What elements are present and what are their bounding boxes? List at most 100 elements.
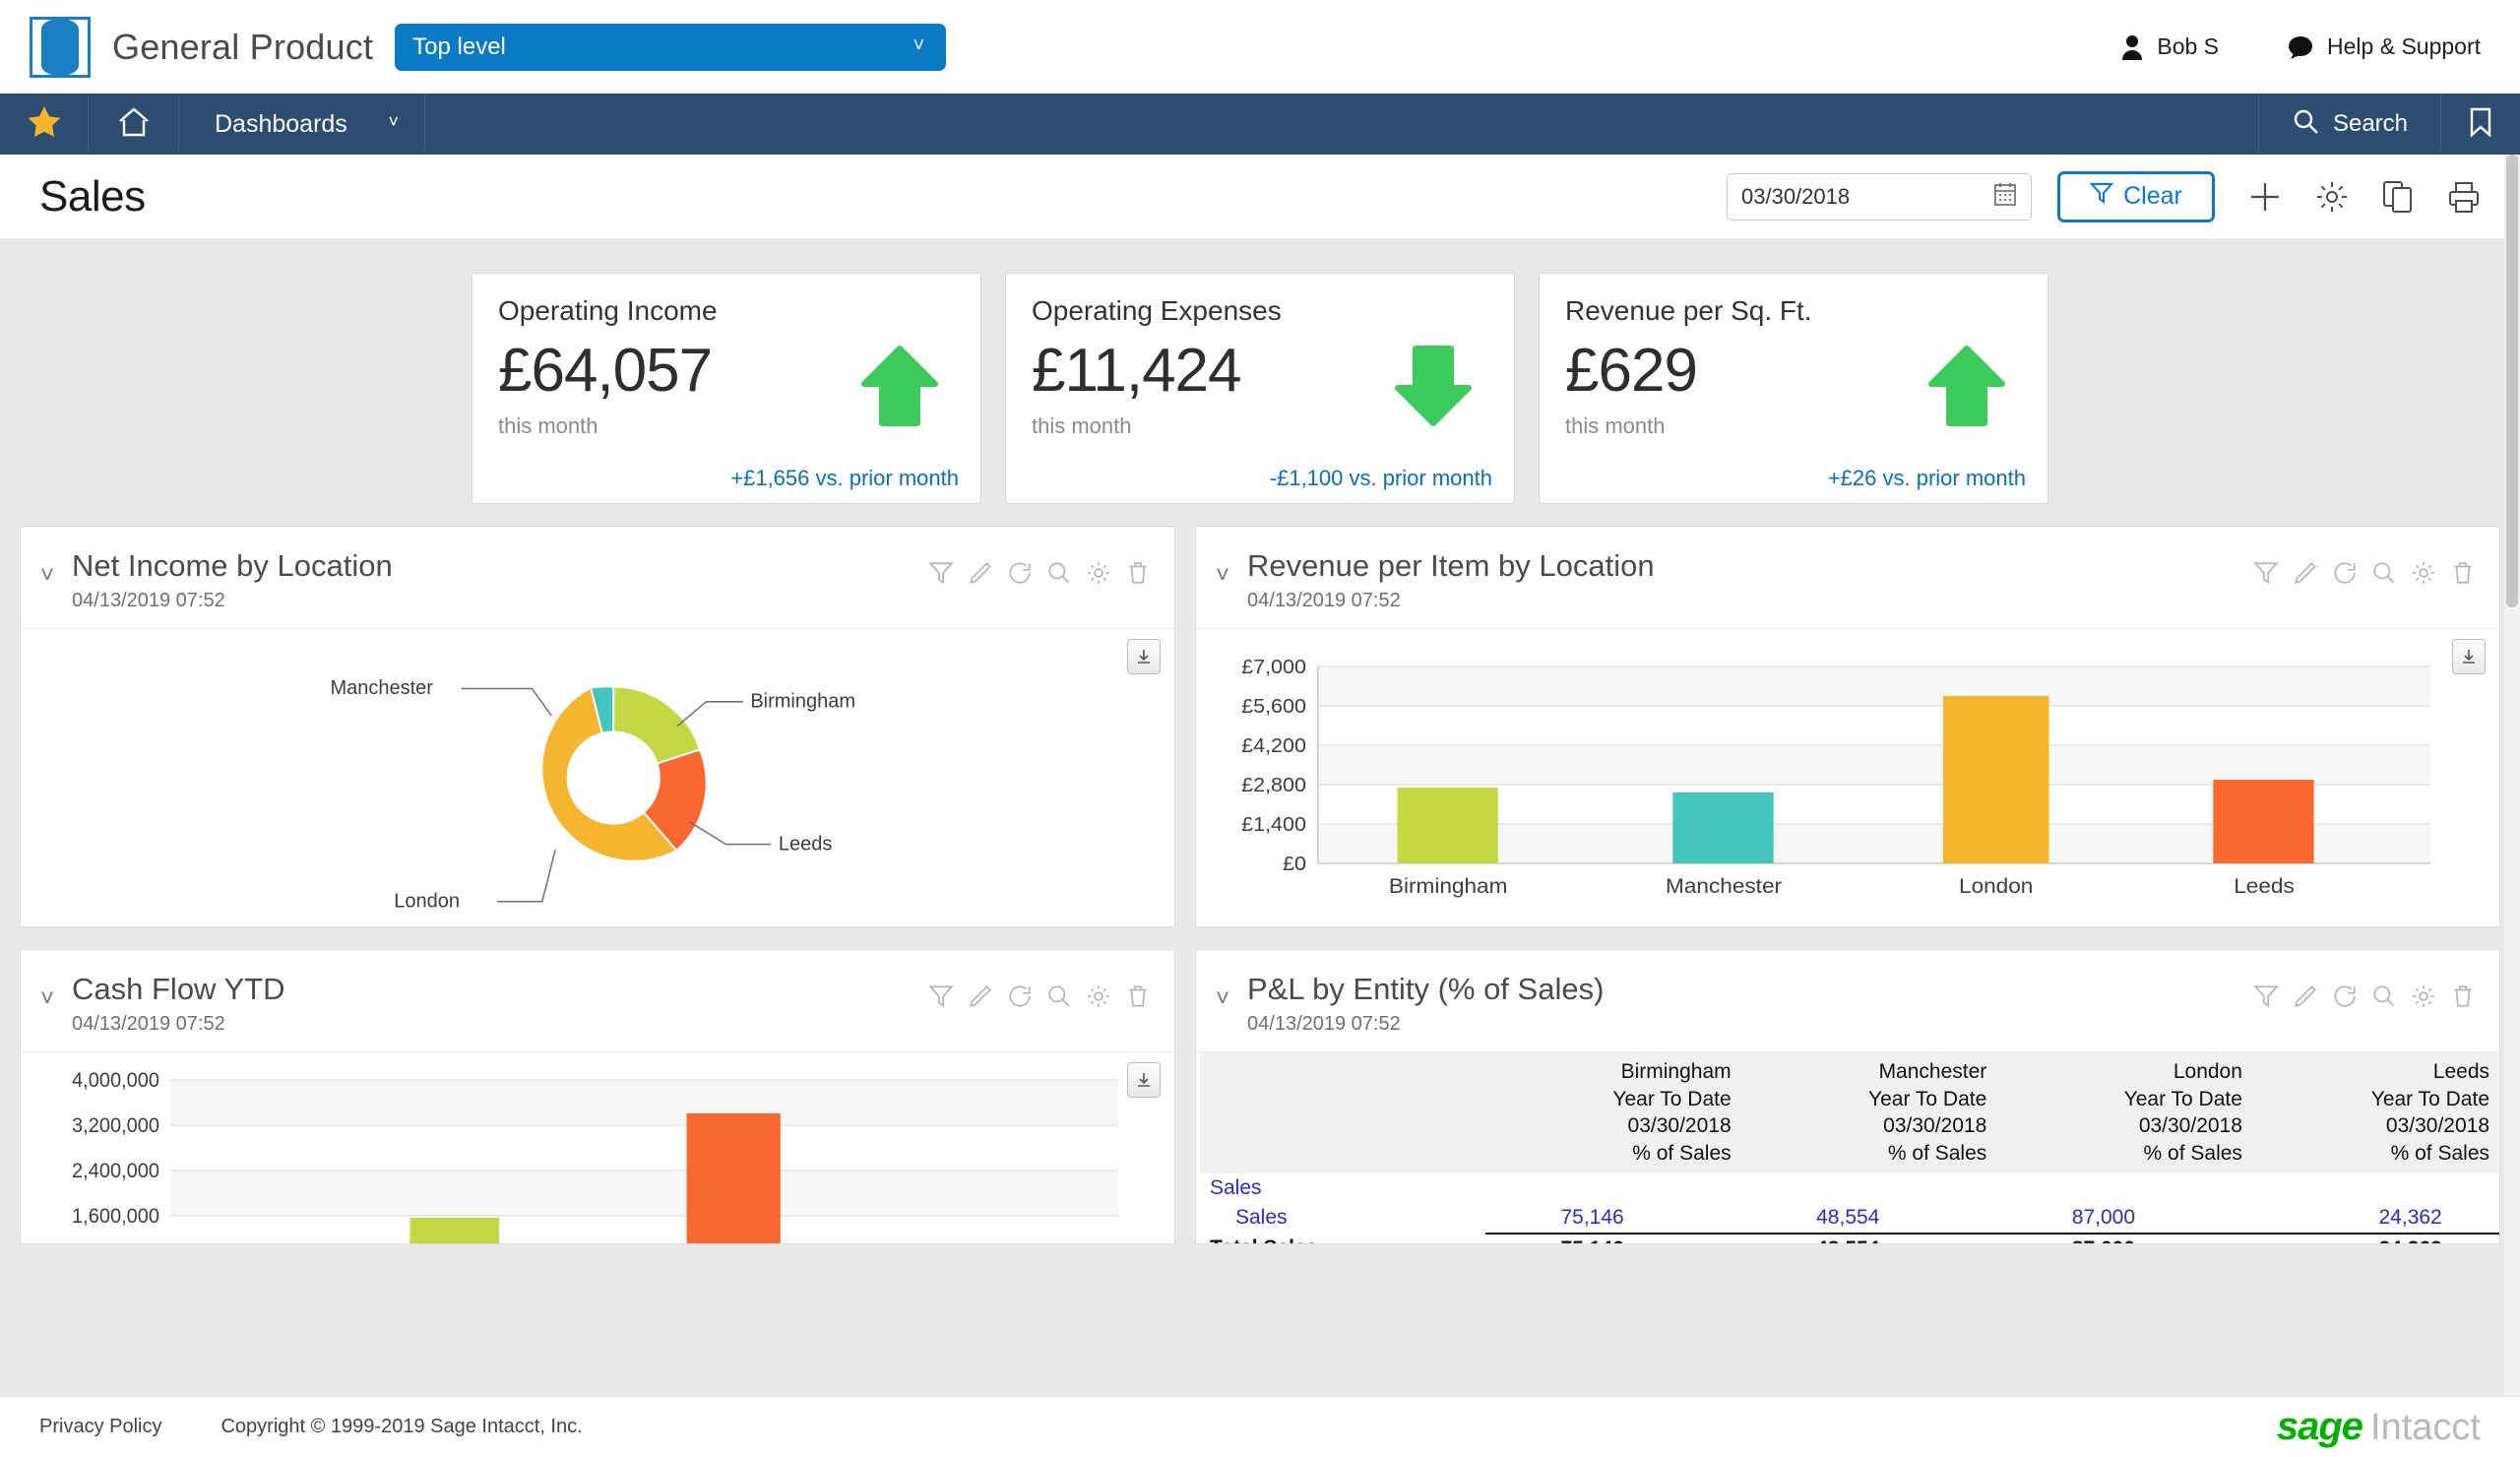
- panel-settings-icon[interactable]: [1086, 560, 1111, 591]
- table-row[interactable]: Sales: [1200, 1173, 2499, 1203]
- bar-label-birmingham: Birmingham: [1389, 874, 1507, 898]
- chevron-down-icon[interactable]: ˅: [40, 562, 54, 590]
- chevron-down-icon[interactable]: ˅: [1216, 985, 1229, 1013]
- chevron-down-icon[interactable]: ˅: [1216, 562, 1229, 590]
- net-income-donut-chart[interactable]: Birmingham Leeds London Manchester: [21, 629, 1174, 926]
- svg-text:£2,800: £2,800: [1241, 775, 1306, 796]
- scrollbar-thumb[interactable]: [2506, 155, 2518, 607]
- panel-filter-icon[interactable]: [928, 560, 954, 591]
- privacy-policy-link[interactable]: Privacy Policy: [39, 1416, 161, 1438]
- panel-zoom-icon[interactable]: [1046, 983, 1072, 1014]
- nav-search-button[interactable]: Search: [2259, 94, 2441, 155]
- intacct-wordmark: Intacct: [2370, 1407, 2481, 1448]
- kpi-title: Operating Expenses: [1032, 295, 1282, 326]
- filter-icon: [2089, 181, 2114, 212]
- pl-header-london: London Year To Date 03/30/2018 % of Sale…: [1996, 1052, 2252, 1173]
- download-icon[interactable]: [1127, 1062, 1161, 1098]
- panel-zoom-icon[interactable]: [1046, 560, 1072, 591]
- diamond-logo-icon[interactable]: [30, 16, 91, 78]
- main-nav-bar: Dashboards ˅ Search: [0, 94, 2520, 155]
- panel-filter-icon[interactable]: [2253, 983, 2279, 1014]
- panel-title: Cash Flow YTD: [72, 972, 285, 1006]
- panel-timestamp: 04/13/2019 07:52: [1247, 590, 1401, 611]
- dashboard-canvas: Operating Income £64,057 this month +£1,…: [0, 239, 2520, 1457]
- svg-text:£5,600: £5,600: [1241, 696, 1306, 718]
- panel-zoom-icon[interactable]: [2371, 560, 2397, 591]
- svg-text:£1,400: £1,400: [1241, 814, 1306, 836]
- table-row[interactable]: Sales 75,146 48,554 87,000 24,362: [1200, 1202, 2499, 1235]
- bar-label-london: London: [1959, 874, 2033, 898]
- star-icon: [28, 105, 61, 143]
- chevron-down-icon: ˅: [388, 111, 399, 132]
- panel-delete-icon[interactable]: [1125, 560, 1151, 591]
- entity-selector[interactable]: Top level ˅: [395, 23, 947, 71]
- panel-filter-icon[interactable]: [928, 983, 954, 1014]
- panel-timestamp: 04/13/2019 07:52: [72, 1013, 225, 1035]
- help-label: Help & Support: [2327, 33, 2481, 59]
- panel-settings-icon[interactable]: [2411, 983, 2436, 1014]
- nav-dashboards[interactable]: Dashboards ˅: [179, 94, 425, 155]
- dashboard-settings-button[interactable]: [2315, 180, 2349, 214]
- print-dashboard-button[interactable]: [2447, 180, 2481, 214]
- table-row[interactable]: Total Sales 75,146 48,554 87,000 24,362: [1200, 1234, 2499, 1243]
- panel-timestamp: 04/13/2019 07:52: [72, 590, 225, 611]
- product-name: General Product: [112, 26, 374, 67]
- calendar-icon[interactable]: [1993, 181, 2017, 213]
- page-scrollbar[interactable]: [2504, 155, 2520, 1395]
- revenue-per-item-bar-chart[interactable]: £7,000 £5,600 £4,200 £2,800 £1,400 £0 Bi…: [1196, 629, 2499, 926]
- panel-refresh-icon[interactable]: [1007, 560, 1033, 591]
- panel-delete-icon[interactable]: [2450, 983, 2476, 1014]
- panel-action-bar: [928, 548, 1151, 591]
- panel-header: ˅ Net Income by Location 04/13/2019 07:5…: [21, 527, 1174, 629]
- nav-dashboards-label: Dashboards: [215, 109, 347, 138]
- date-filter-value: 03/30/2018: [1741, 183, 1851, 209]
- panel-filter-icon[interactable]: [2253, 560, 2279, 591]
- favorites-button[interactable]: [0, 94, 89, 155]
- pl-by-entity-table: Birmingham Year To Date 03/30/2018 % of …: [1200, 1052, 2499, 1243]
- help-and-support[interactable]: Help & Support: [2288, 33, 2481, 60]
- chevron-down-icon[interactable]: ˅: [40, 985, 54, 1013]
- panel-grid: ˅ Net Income by Location 04/13/2019 07:5…: [0, 504, 2520, 1244]
- pl-header-leeds: Leeds Year To Date 03/30/2018 % of Sales: [2251, 1052, 2499, 1173]
- panel-refresh-icon[interactable]: [2332, 560, 2358, 591]
- panel-edit-icon[interactable]: [2293, 983, 2318, 1014]
- cash-flow-bar-chart[interactable]: 4,000,000 3,200,000 2,400,000 1,600,000 …: [21, 1052, 1174, 1243]
- panel-edit-icon[interactable]: [2293, 560, 2318, 591]
- date-filter-field[interactable]: 03/30/2018: [1727, 172, 2032, 221]
- panel-refresh-icon[interactable]: [1007, 983, 1033, 1014]
- kpi-title: Revenue per Sq. Ft.: [1565, 295, 1812, 326]
- home-icon: [117, 106, 151, 143]
- panel-title: Net Income by Location: [72, 548, 393, 583]
- panel-timestamp: 04/13/2019 07:52: [1247, 1013, 1401, 1035]
- svg-text:1,600,000: 1,600,000: [72, 1205, 159, 1229]
- download-icon[interactable]: [2452, 639, 2486, 674]
- pl-table-container[interactable]: Birmingham Year To Date 03/30/2018 % of …: [1196, 1052, 2499, 1243]
- donut-label-london: London: [394, 890, 460, 912]
- panel-zoom-icon[interactable]: [2371, 983, 2397, 1014]
- kpi-card[interactable]: Revenue per Sq. Ft. £629 this month +£26…: [1539, 273, 2048, 504]
- panel-settings-icon[interactable]: [1086, 983, 1111, 1014]
- kpi-title: Operating Income: [498, 295, 718, 326]
- pl-cell: 24,362: [2252, 1234, 2452, 1243]
- panel-refresh-icon[interactable]: [2332, 983, 2358, 1014]
- panel-delete-icon[interactable]: [2450, 560, 2476, 591]
- home-button[interactable]: [89, 94, 179, 155]
- pl-cell: 24,362: [2251, 1202, 2452, 1235]
- pl-cell: 87,000: [1996, 1202, 2145, 1235]
- kpi-card[interactable]: Operating Expenses £11,424 this month -£…: [1005, 273, 1515, 504]
- panel-edit-icon[interactable]: [968, 983, 993, 1014]
- clear-filters-button[interactable]: Clear: [2057, 170, 2215, 222]
- panel-delete-icon[interactable]: [1125, 983, 1151, 1014]
- user-menu[interactable]: Bob S: [2121, 33, 2219, 60]
- panel-net-income-by-location: ˅ Net Income by Location 04/13/2019 07:5…: [20, 526, 1175, 927]
- trend-up-arrow-icon: [860, 345, 939, 432]
- download-icon[interactable]: [1127, 639, 1161, 674]
- panel-edit-icon[interactable]: [968, 560, 993, 591]
- add-component-button[interactable]: [2248, 180, 2282, 214]
- page-toolbar: 03/30/2018 Clear: [1727, 170, 2481, 222]
- nav-bookmark-button[interactable]: [2441, 94, 2520, 155]
- pl-cell: 75,146: [1485, 1202, 1634, 1235]
- panel-settings-icon[interactable]: [2411, 560, 2436, 591]
- kpi-card[interactable]: Operating Income £64,057 this month +£1,…: [472, 273, 981, 504]
- copy-dashboard-button[interactable]: [2382, 180, 2414, 214]
